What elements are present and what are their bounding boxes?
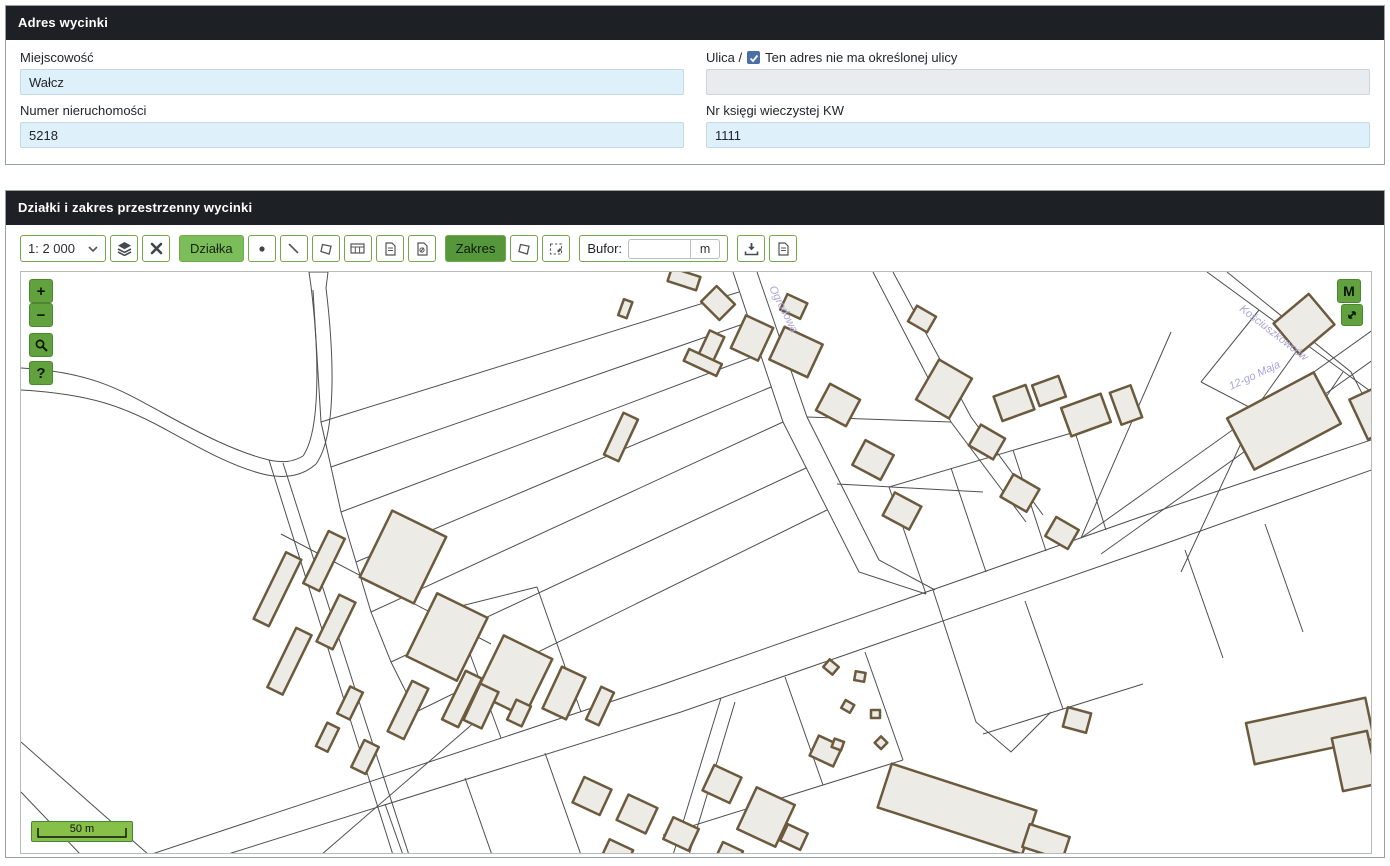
property-number-label: Numer nieruchomości <box>20 103 684 118</box>
bufor-unit: m <box>690 239 720 259</box>
kw-input[interactable] <box>706 122 1370 148</box>
clear-button[interactable] <box>142 235 170 262</box>
document-icon <box>777 242 789 256</box>
document-button[interactable] <box>376 235 404 262</box>
zakres-button[interactable]: Zakres <box>445 235 507 262</box>
no-street-checkbox-label: Ten adres nie ma określonej ulicy <box>765 50 957 65</box>
bufor-label: Bufor: <box>587 241 622 256</box>
help-button[interactable]: ? <box>29 361 53 385</box>
report-document-button[interactable] <box>769 235 797 262</box>
zoom-in-button[interactable]: + <box>29 279 53 303</box>
document-code-button[interactable] <box>408 235 436 262</box>
property-number-field-group: Numer nieruchomości <box>20 103 684 148</box>
zoom-search-button[interactable] <box>29 333 53 357</box>
scale-value: 1: 2 000 <box>28 241 75 256</box>
bufor-input[interactable] <box>628 239 690 259</box>
dzialka-button[interactable]: Działka <box>179 235 244 262</box>
city-label: Miejscowość <box>20 50 684 65</box>
close-icon <box>150 242 163 255</box>
polygon-icon <box>517 242 531 256</box>
zoom-out-button[interactable]: − <box>29 303 53 327</box>
city-field-group: Miejscowość <box>20 50 684 95</box>
expand-arrows-icon <box>1346 309 1358 321</box>
map-panel-title: Działki i zakres przestrzenny wycinki <box>6 191 1384 225</box>
download-icon <box>744 242 759 256</box>
map-canvas[interactable]: Ogrodowa Kościuszkowców 12-go Maja + − ?… <box>20 271 1372 854</box>
street-field-group: Ulica / Ten adres nie ma określonej ulic… <box>706 50 1370 95</box>
line-icon <box>287 242 300 255</box>
select-extent-button[interactable] <box>542 235 570 262</box>
kw-label: Nr księgi wieczystej KW <box>706 103 1370 118</box>
document-code-icon <box>416 242 428 256</box>
kw-field-group: Nr księgi wieczystej KW <box>706 103 1370 148</box>
map-scalebar: 50 m <box>31 821 133 842</box>
map-panel: Działki i zakres przestrzenny wycinki 1:… <box>5 190 1385 858</box>
table-icon <box>350 242 365 255</box>
map-toolbar: 1: 2 000 Działka <box>20 235 1370 262</box>
bufor-group: Bufor: m <box>579 235 728 262</box>
address-panel-title: Adres wycinki <box>6 6 1384 40</box>
polygon-icon <box>319 242 333 256</box>
table-button[interactable] <box>344 235 372 262</box>
point-tool-button[interactable] <box>248 235 276 262</box>
document-icon <box>384 242 396 256</box>
chevron-down-icon <box>88 246 98 252</box>
magnifier-icon <box>34 338 49 353</box>
marker-button[interactable]: M <box>1337 279 1361 303</box>
scalebar-label: 50 m <box>32 823 132 835</box>
property-number-input[interactable] <box>20 122 684 148</box>
no-street-checkbox[interactable] <box>747 51 760 64</box>
point-icon <box>256 243 268 255</box>
city-input[interactable] <box>20 69 684 95</box>
cadastral-map: Ogrodowa Kościuszkowców 12-go Maja <box>21 272 1372 854</box>
address-panel: Adres wycinki Miejscowość Ulica / Ten ad… <box>5 5 1385 165</box>
scale-select[interactable]: 1: 2 000 <box>20 235 106 262</box>
zakres-polygon-button[interactable] <box>510 235 538 262</box>
map-buildings <box>254 272 1372 854</box>
street-label-12-go-maja: 12-go Maja <box>1227 359 1282 393</box>
dashed-selection-icon <box>549 242 564 256</box>
street-label: Ulica / <box>706 50 742 65</box>
polygon-tool-button[interactable] <box>312 235 340 262</box>
layers-icon <box>117 241 132 256</box>
line-tool-button[interactable] <box>280 235 308 262</box>
fullscreen-button[interactable] <box>1341 304 1363 326</box>
street-input <box>706 69 1370 95</box>
layers-button[interactable] <box>110 235 138 262</box>
download-button[interactable] <box>737 235 765 262</box>
